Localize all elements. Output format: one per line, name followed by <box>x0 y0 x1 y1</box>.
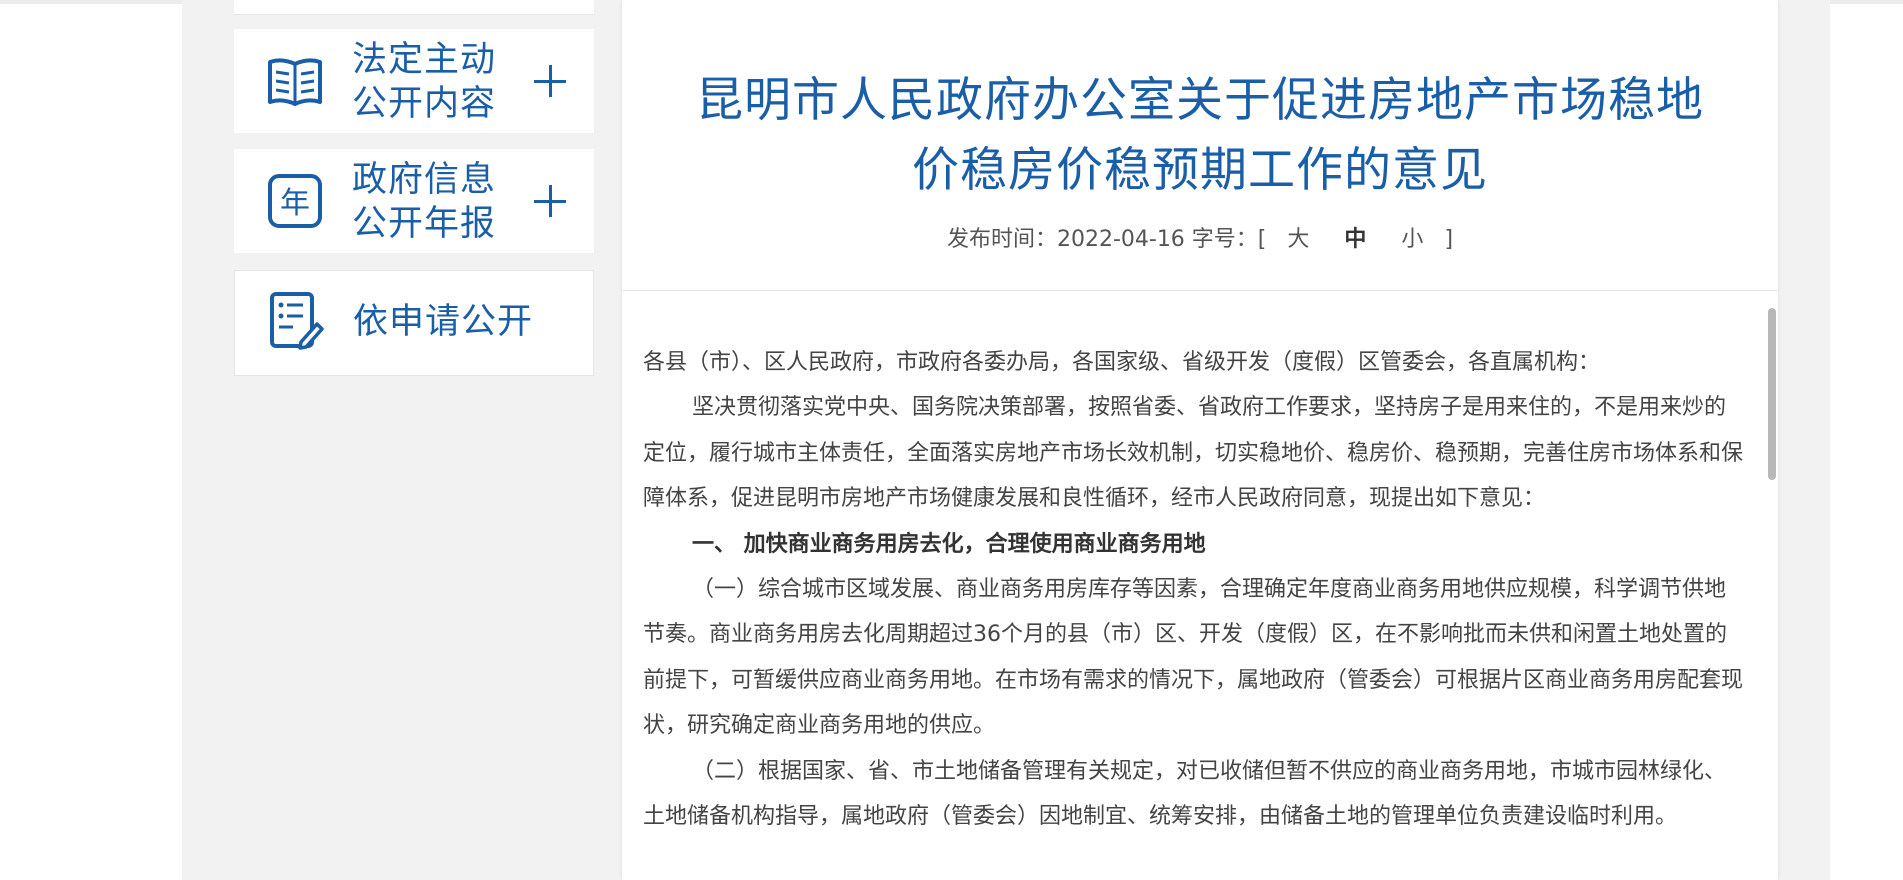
paragraph: 坚决贯彻落实党中央、国务院决策部署，按照省委、省政府工作要求，坚持房子是用来住的… <box>643 395 1744 512</box>
sidebar-item-label: 政府信息 公开年报 <box>352 158 496 246</box>
publish-date: 发布时间：2022-04-16 字号：[ <box>946 227 1267 252</box>
sidebar-item-annual-report[interactable]: 年 政府信息 公开年报 <box>234 149 594 253</box>
scrollbar-thumb[interactable] <box>1768 308 1776 480</box>
document-list-icon <box>266 52 324 110</box>
font-size-large-button[interactable]: 大 <box>1287 227 1309 252</box>
article-body: 各县（市）、区人民政府，市政府各委办局，各国家级、省级开发（度假）区管委会，各直… <box>643 340 1743 839</box>
meta-bracket-close: ] <box>1444 227 1454 252</box>
title-divider <box>622 290 1778 291</box>
application-form-icon <box>267 292 325 350</box>
article-title: 昆明市人民政府办公室关于促进房地产市场稳地 价稳房价稳预期工作的意见 <box>622 66 1778 206</box>
year-calendar-icon: 年 <box>266 172 324 230</box>
font-size-medium-button[interactable]: 中 <box>1344 227 1366 252</box>
paragraph: （一）综合城市区域发展、商业商务用房库存等因素，合理确定年度商业商务用地供应规模… <box>643 577 1744 739</box>
title-line-2: 价稳房价稳预期工作的意见 <box>912 143 1488 198</box>
sidebar-item-label: 依申请公开 <box>353 302 534 342</box>
sidebar-item-label: 法定主动 公开内容 <box>352 38 496 126</box>
sidebar-item-apply-disclosure[interactable]: 依申请公开 <box>234 270 594 376</box>
expand-plus-icon[interactable] <box>534 185 566 217</box>
label-line-2: 公开年报 <box>352 204 497 244</box>
paragraph: （二）根据国家、省、市土地储备管理有关规定，对已收储但暂不供应的商业商务用地，市… <box>643 758 1727 830</box>
sidebar-item-previous[interactable] <box>234 0 594 14</box>
label-line-1: 政府信息 <box>352 160 497 200</box>
expand-plus-icon[interactable] <box>534 65 566 97</box>
svg-text:年: 年 <box>280 186 310 221</box>
article-meta: 发布时间：2022-04-16 字号：[ 大 中 小 ] <box>622 224 1778 256</box>
title-line-1: 昆明市人民政府办公室关于促进房地产市场稳地 <box>696 73 1704 128</box>
label-line-1: 法定主动 <box>352 40 497 80</box>
sidebar-item-mandatory-disclosure[interactable]: 法定主动 公开内容 <box>234 29 594 133</box>
label-line-2: 公开内容 <box>352 84 497 124</box>
section-heading: 一、 加快商业商务用房去化，合理使用商业商务用地 <box>692 531 1206 557</box>
font-size-small-button[interactable]: 小 <box>1401 227 1423 252</box>
salutation: 各县（市）、区人民政府，市政府各委办局，各国家级、省级开发（度假）区管委会，各直… <box>643 350 1601 375</box>
article-panel: 昆明市人民政府办公室关于促进房地产市场稳地 价稳房价稳预期工作的意见 发布时间：… <box>622 0 1778 880</box>
